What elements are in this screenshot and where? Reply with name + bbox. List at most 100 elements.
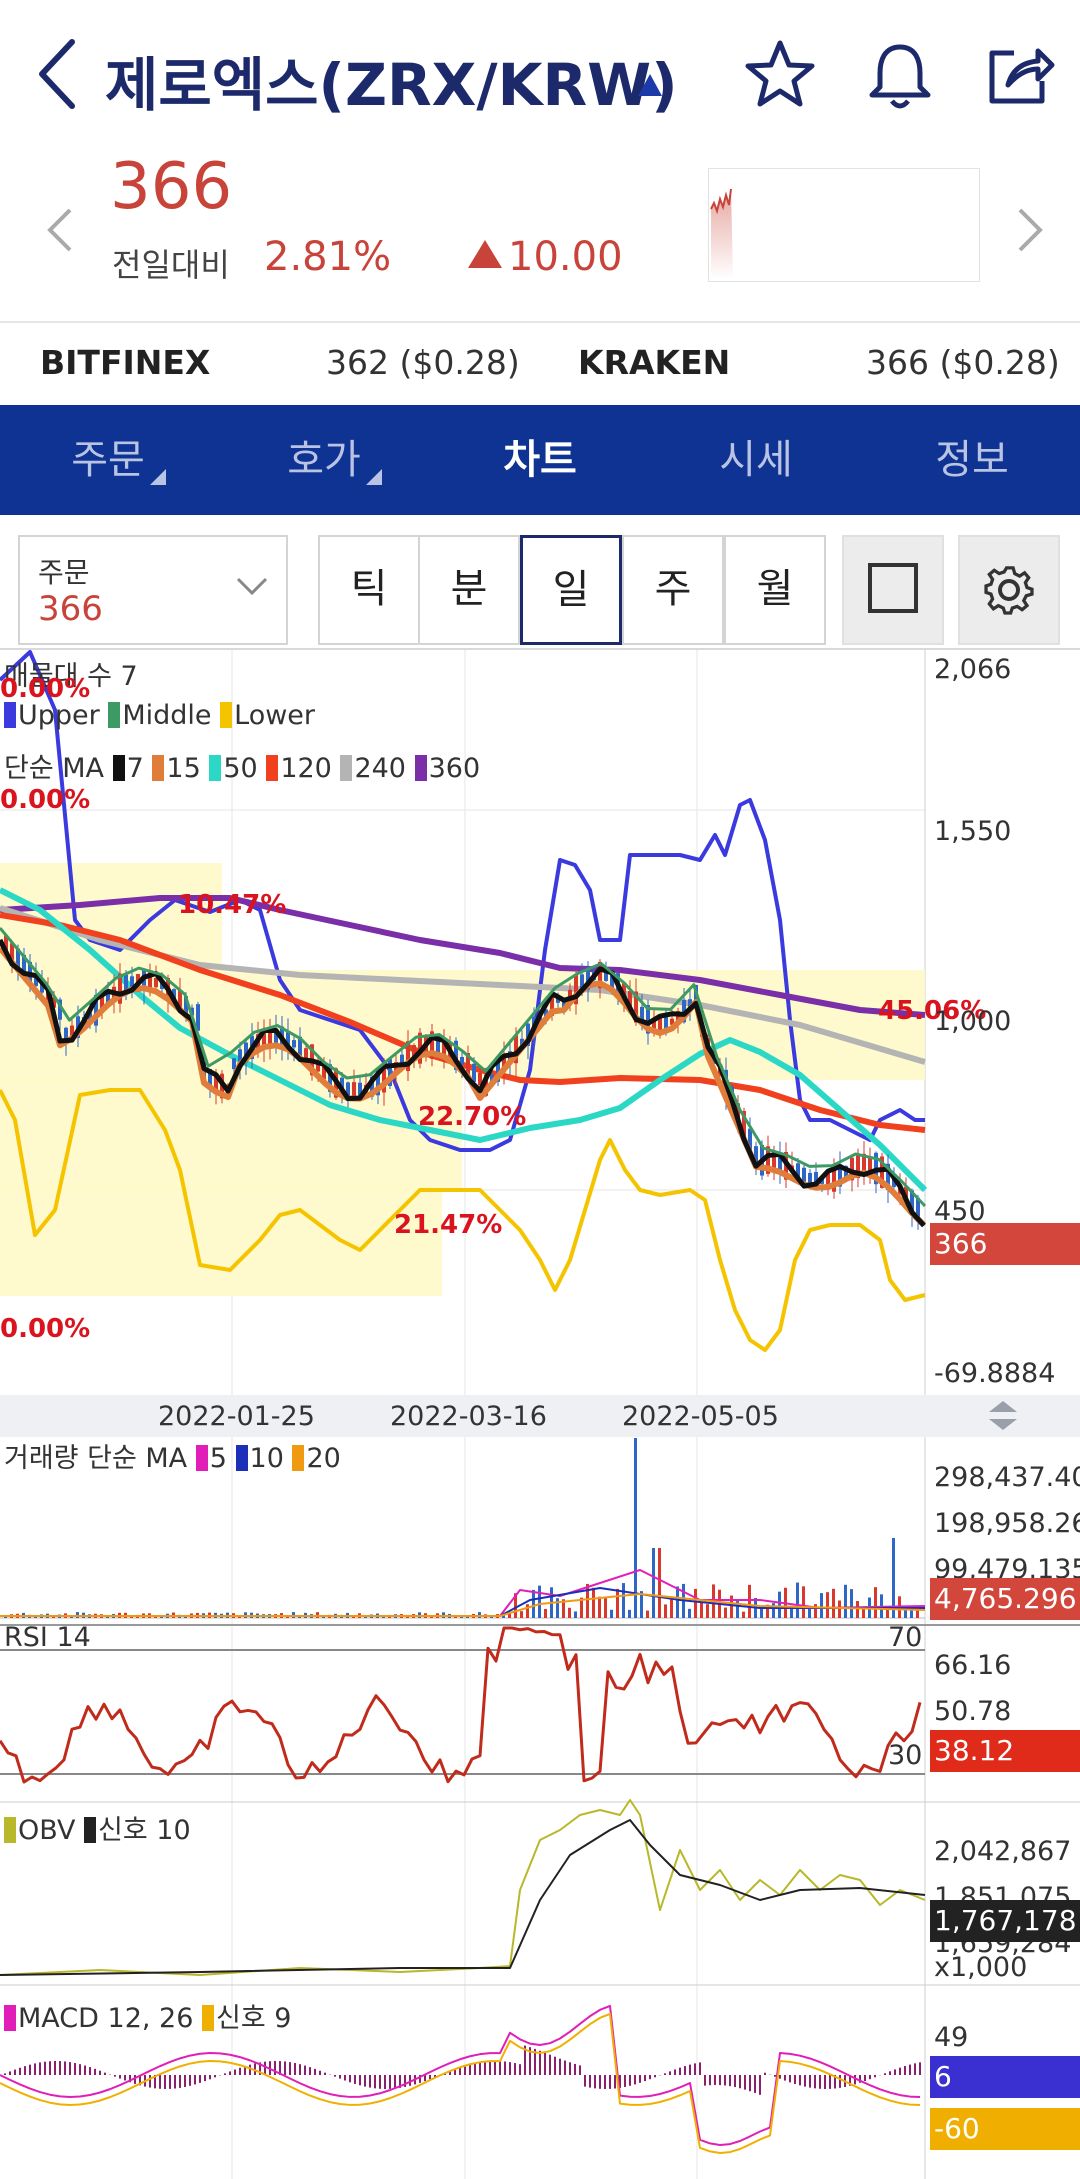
sparkline-chart[interactable] [708, 168, 980, 282]
volume-profile-label: 10.47% [178, 890, 287, 920]
macd-hist-bar [714, 2075, 716, 2086]
prev-arrow-icon[interactable] [40, 200, 80, 260]
macd-hist-bar [709, 2075, 711, 2086]
macd-hist-bar [364, 2075, 366, 2087]
macd-hist-bar [304, 2065, 306, 2075]
tab-order[interactable]: 주문 [0, 405, 216, 515]
macd-hist-bar [669, 2071, 671, 2075]
volume-bar [832, 1588, 835, 1618]
macd-hist-bar [289, 2062, 291, 2075]
star-icon[interactable] [740, 35, 820, 115]
period-minute[interactable]: 분 [418, 535, 520, 645]
macd-hist-bar [609, 2075, 611, 2089]
macd-hist-bar [574, 2063, 576, 2075]
tab-corner-icon [366, 469, 382, 485]
macd-hist-bar [514, 2063, 516, 2075]
macd-hist-bar [29, 2064, 31, 2075]
tab-info[interactable]: 정보 [864, 405, 1080, 515]
title-dropdown-caret-icon[interactable] [638, 74, 662, 96]
macd-hist-bar [629, 2075, 631, 2086]
macd-hist-bar [864, 2075, 866, 2082]
macd-hist-bar [694, 2063, 696, 2075]
volume-bar [874, 1587, 877, 1618]
macd-hist-bar [794, 2075, 796, 2084]
macd-hist-bar [549, 2054, 551, 2075]
rsi-line [0, 1626, 922, 1784]
macd-hist-bar [894, 2069, 896, 2075]
volume-bar [778, 1591, 781, 1618]
macd-hist-bar [759, 2075, 761, 2095]
share-icon[interactable] [980, 35, 1060, 115]
y-tick: 66.16 [934, 1650, 1012, 1681]
volume-bar [676, 1586, 679, 1618]
page-title[interactable]: 제로엑스(ZRX/KRW) [105, 38, 678, 122]
volume-bar [850, 1589, 853, 1618]
volume-profile-label: 21.47% [394, 1210, 503, 1240]
y-tick: 2,066 [934, 654, 1012, 685]
top-bar: 제로엑스(ZRX/KRW) [0, 0, 1080, 150]
tab-market[interactable]: 시세 [648, 405, 864, 515]
macd-hist-bar [84, 2065, 86, 2075]
macd-hist-bar [354, 2075, 356, 2084]
macd-hist-bar [639, 2075, 641, 2083]
volume-bar [670, 1599, 673, 1618]
macd-hist-bar [299, 2064, 301, 2075]
chevron-down-icon [236, 577, 268, 596]
volume-bar [844, 1584, 847, 1618]
volume-bar [700, 1601, 703, 1618]
chart-area[interactable]: 매물대 수 7 Upper Middle Lower 단순 MA 7 15 50… [0, 650, 1080, 2179]
bell-icon[interactable] [860, 35, 940, 115]
macd-hist-bar [239, 2067, 241, 2075]
macd-hist-bar [724, 2075, 726, 2086]
macd-hist-bar [309, 2067, 311, 2075]
ma-legend: 단순 MA 7 15 50 120 240 360 [4, 753, 481, 784]
macd-hist-bar [869, 2075, 871, 2080]
macd-hist-bar [744, 2075, 746, 2090]
back-icon[interactable] [30, 34, 90, 114]
volume-bar [796, 1582, 799, 1618]
macd-hist-bar [804, 2075, 806, 2087]
period-week[interactable]: 주 [622, 535, 724, 645]
macd-hist-bar [394, 2075, 396, 2089]
main-tabs: 주문 호가 차트 시세 정보 [0, 405, 1080, 515]
macd-hist-bar [124, 2075, 126, 2081]
volume-bar [646, 1610, 649, 1618]
current-price-badge: 366 [930, 1223, 1080, 1265]
volume-profile-label: 0.00% [0, 1314, 91, 1344]
macd-hist-bar [814, 2075, 816, 2089]
settings-button[interactable] [958, 535, 1060, 645]
macd-hist-bar [829, 2075, 831, 2089]
volume-bar [658, 1548, 661, 1618]
macd-hist-bar [594, 2075, 596, 2089]
macd-signal-badge: -60 [930, 2108, 1080, 2150]
macd-hist-bar [159, 2075, 161, 2089]
rsi-level: 70 [888, 1622, 923, 1653]
macd-hist-bar [114, 2075, 116, 2077]
macd-hist-bar [569, 2062, 571, 2075]
next-arrow-icon[interactable] [1010, 200, 1050, 260]
rsi-legend: RSI 14 [4, 1622, 91, 1653]
macd-hist-bar [614, 2075, 616, 2089]
exchange-name: BITFINEX [40, 343, 211, 382]
period-tick[interactable]: 틱 [318, 535, 420, 645]
macd-hist-bar [149, 2075, 151, 2088]
y-tick: 1,000 [934, 1006, 1012, 1037]
macd-hist-bar [494, 2061, 496, 2075]
macd-hist-bar [779, 2075, 781, 2079]
period-month[interactable]: 월 [724, 535, 826, 645]
macd-hist-bar [699, 2062, 701, 2075]
macd-hist-bar [519, 2064, 521, 2075]
order-quick-select[interactable]: 주문 366 [18, 535, 288, 645]
resize-handle-icon[interactable] [985, 1399, 1021, 1433]
volume-bar [760, 1608, 763, 1618]
volume-bar [598, 1596, 601, 1618]
macd-hist-bar [184, 2075, 186, 2087]
tab-chart[interactable]: 차트 [432, 405, 648, 515]
macd-hist-bar [224, 2073, 226, 2075]
period-day[interactable]: 일 [520, 535, 622, 645]
tab-orderbook[interactable]: 호가 [216, 405, 432, 515]
macd-hist-bar [604, 2075, 606, 2089]
macd-hist-bar [74, 2063, 76, 2075]
volume-bar [706, 1604, 709, 1618]
fullscreen-button[interactable] [842, 535, 944, 645]
